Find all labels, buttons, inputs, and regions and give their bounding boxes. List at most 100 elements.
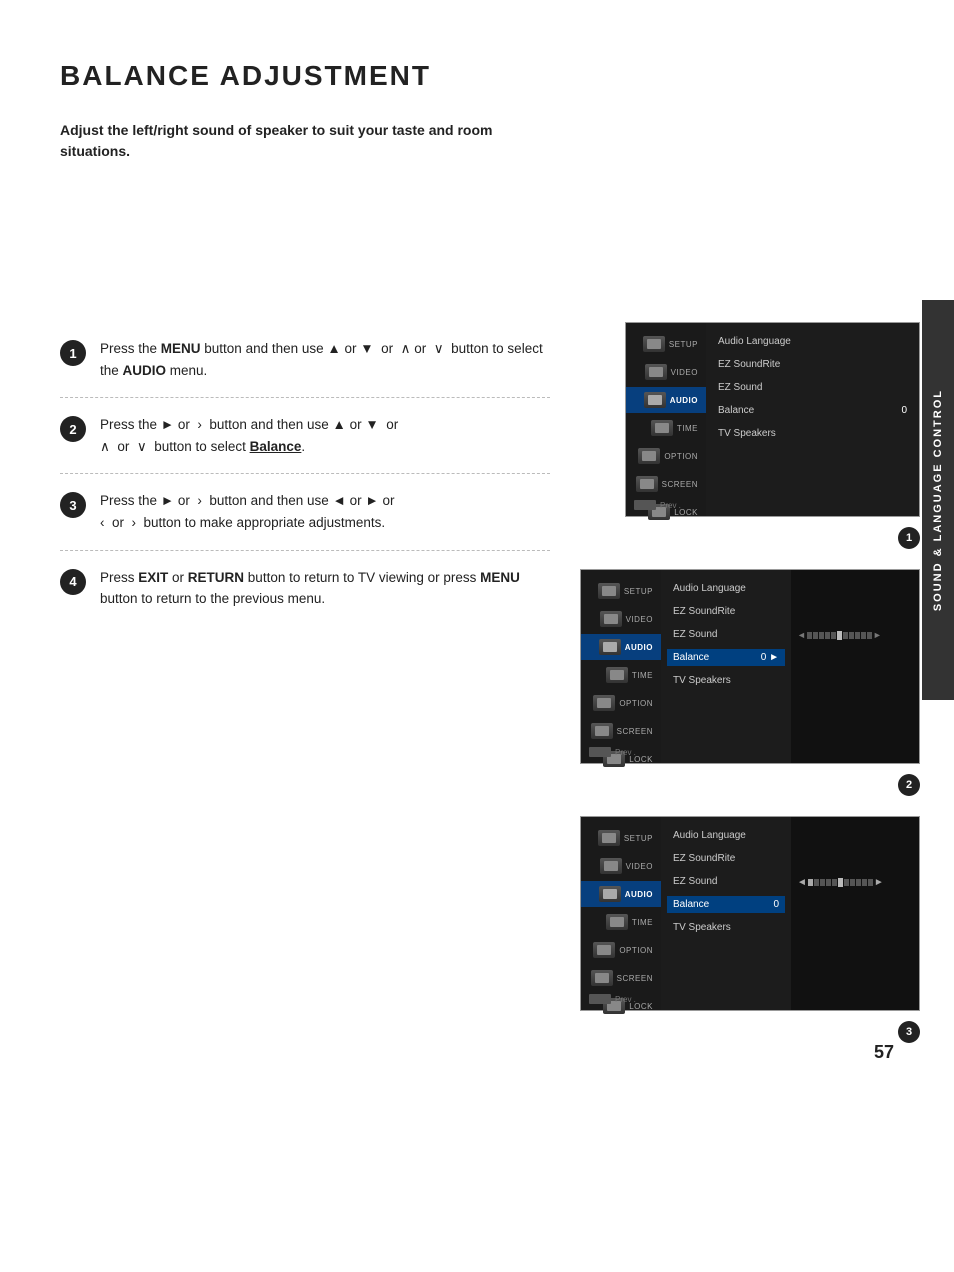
opt-ez-sound-2: EZ Sound xyxy=(673,626,779,643)
step-1-text: Press the MENU button and then use ▲ or … xyxy=(100,338,550,381)
menu-time-1: TIME xyxy=(626,415,706,441)
bal-seg xyxy=(819,632,824,639)
screenshots-column: SETUP VIDEO AUDIO TIME xyxy=(580,322,920,1043)
balance-visual-3: ◄ xyxy=(797,877,913,888)
balance-value-1: 0 xyxy=(901,405,907,416)
screenshot-badge-1: 1 xyxy=(898,527,920,549)
side-tab: SOUND & LANGUAGE CONTROL xyxy=(922,300,954,700)
footer-icon-3 xyxy=(589,994,611,1004)
step-2: 2 Press the ► or › button and then use ▲… xyxy=(60,398,550,474)
opt-ez-sound-1: EZ Sound xyxy=(718,379,907,396)
tv-menu-right-2: Audio Language EZ SoundRite EZ Sound Bal… xyxy=(661,570,791,763)
menu-video-1: VIDEO xyxy=(626,359,706,385)
balance-visual-2: ◄ xyxy=(797,630,913,640)
step-3-text: Press the ► or › button and then use ◄ o… xyxy=(100,490,394,533)
bal-seg xyxy=(849,632,854,639)
page-title: BALANCE ADJUSTMENT xyxy=(60,60,894,92)
screenshot-badge-3: 3 xyxy=(898,1021,920,1043)
tv-footer-2: Prev . xyxy=(589,747,636,757)
step-circle-3: 3 xyxy=(60,492,86,518)
footer-text-2: Prev . xyxy=(615,748,636,757)
bal-seg xyxy=(844,879,849,886)
bal-seg xyxy=(868,879,873,886)
menu-audio-2: AUDIO xyxy=(581,634,661,660)
opt-ez-soundrite-1: EZ SoundRite xyxy=(718,356,907,373)
screen-icon-2 xyxy=(591,723,613,739)
opt-audio-lang-3: Audio Language xyxy=(673,827,779,844)
setup-icon-1 xyxy=(643,336,665,352)
bal-left-arrow-3: ◄ xyxy=(797,877,807,888)
screenshot-wrap-2: SETUP VIDEO AUDIO TIME xyxy=(580,569,920,796)
video-icon-1 xyxy=(645,364,667,380)
balance-value-2: 0 ► xyxy=(761,652,779,663)
time-icon-3 xyxy=(606,914,628,930)
tv-screenshot-1: SETUP VIDEO AUDIO TIME xyxy=(625,322,920,517)
setup-icon-3 xyxy=(598,830,620,846)
step-circle-1: 1 xyxy=(60,340,86,366)
tv-menu-right-1: Audio Language EZ SoundRite EZ Sound Bal… xyxy=(706,323,919,516)
footer-text-3: Prev . xyxy=(615,995,636,1004)
bal-seg xyxy=(832,879,837,886)
screenshot-wrap-1: SETUP VIDEO AUDIO TIME xyxy=(580,322,920,549)
tv-balance-panel-2: ◄ xyxy=(791,570,919,763)
step-circle-4: 4 xyxy=(60,569,86,595)
footer-icon-2 xyxy=(589,747,611,757)
step-1: 1 Press the MENU button and then use ▲ o… xyxy=(60,322,550,398)
step-4-text: Press EXIT or RETURN button to return to… xyxy=(100,567,550,610)
menu-setup-2: SETUP xyxy=(581,578,661,604)
screen-icon-3 xyxy=(591,970,613,986)
menu-setup-1: SETUP xyxy=(626,331,706,357)
bal-segments-3 xyxy=(808,878,873,887)
menu-time-3: TIME xyxy=(581,909,661,935)
screen-icon-1 xyxy=(636,476,658,492)
tv-screenshot-3: SETUP VIDEO AUDIO TIME xyxy=(580,816,920,1011)
opt-balance-1: Balance 0 xyxy=(718,402,907,419)
menu-video-3: VIDEO xyxy=(581,853,661,879)
menu-audio-3: AUDIO xyxy=(581,881,661,907)
opt-ez-sound-3: EZ Sound xyxy=(673,873,779,890)
opt-ez-soundrite-3: EZ SoundRite xyxy=(673,850,779,867)
tv-footer-1: Prev . xyxy=(634,500,681,510)
bal-seg xyxy=(867,632,872,639)
footer-text-1: Prev . xyxy=(660,501,681,510)
opt-ez-soundrite-2: EZ SoundRite xyxy=(673,603,779,620)
tv-balance-panel-3: ◄ xyxy=(791,817,919,1010)
bal-seg xyxy=(855,632,860,639)
step-3: 3 Press the ► or › button and then use ◄… xyxy=(60,474,550,550)
option-icon-2 xyxy=(593,695,615,711)
audio-icon-1 xyxy=(644,392,666,408)
bal-seg xyxy=(813,632,818,639)
bal-seg-center xyxy=(837,631,842,640)
screenshot-badge-2: 2 xyxy=(898,774,920,796)
bal-seg xyxy=(831,632,836,639)
menu-screen-1: SCREEN xyxy=(626,471,706,497)
step-2-text: Press the ► or › button and then use ▲ o… xyxy=(100,414,398,457)
menu-screen-2: SCREEN xyxy=(581,718,661,744)
bal-seg xyxy=(843,632,848,639)
bal-segments-2 xyxy=(807,631,872,640)
bal-right-arrow-2: ► xyxy=(873,630,882,640)
page-container: BALANCE ADJUSTMENT Adjust the left/right… xyxy=(0,0,954,1103)
audio-icon-2 xyxy=(599,639,621,655)
menu-setup-3: SETUP xyxy=(581,825,661,851)
menu-option-1: OPTION xyxy=(626,443,706,469)
bal-right-arrow-3: ► xyxy=(874,877,884,888)
bal-seg xyxy=(826,879,831,886)
page-number: 57 xyxy=(874,1042,894,1063)
video-icon-2 xyxy=(600,611,622,627)
opt-tv-speakers-1: TV Speakers xyxy=(718,425,907,442)
setup-icon-2 xyxy=(598,583,620,599)
opt-tv-speakers-3: TV Speakers xyxy=(673,919,779,936)
menu-screen-3: SCREEN xyxy=(581,965,661,991)
bal-seg xyxy=(820,879,825,886)
tv-footer-3: Prev . xyxy=(589,994,636,1004)
bal-left-arrow-2: ◄ xyxy=(797,630,806,640)
step-4: 4 Press EXIT or RETURN button to return … xyxy=(60,551,550,626)
instructions-column: 1 Press the MENU button and then use ▲ o… xyxy=(60,322,550,1043)
bal-seg xyxy=(861,632,866,639)
audio-icon-3 xyxy=(599,886,621,902)
bal-seg xyxy=(856,879,861,886)
bal-seg-center xyxy=(838,878,843,887)
option-icon-1 xyxy=(638,448,660,464)
main-layout: 1 Press the MENU button and then use ▲ o… xyxy=(60,322,894,1043)
